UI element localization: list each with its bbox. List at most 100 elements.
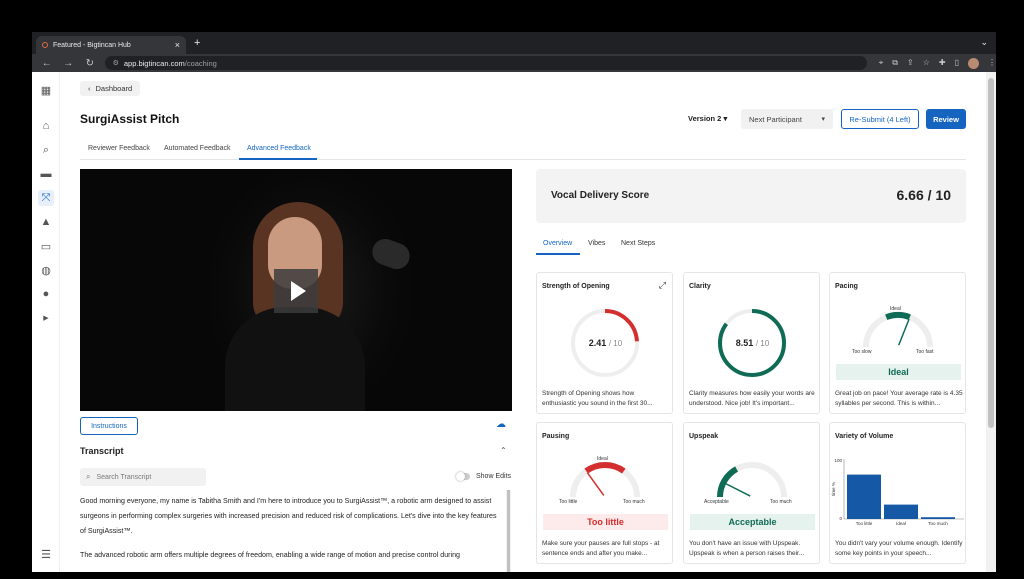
- gauge-value: 2.41 / 10: [537, 338, 674, 348]
- card-title: Strength of Opening: [542, 283, 610, 290]
- url-path: /coaching: [184, 58, 217, 68]
- scrollbar-thumb[interactable]: [988, 78, 994, 428]
- analysis-subtabs: Overview Vibes Next Steps: [536, 236, 966, 256]
- next-participant-select[interactable]: Next Participant ▾: [741, 109, 833, 129]
- tab-automated-feedback[interactable]: Automated Feedback: [164, 145, 231, 152]
- expand-icon[interactable]: ▶: [38, 310, 54, 326]
- status-badge: Acceptable: [690, 514, 815, 530]
- home-icon[interactable]: ⌂: [38, 118, 54, 134]
- tab-overview[interactable]: Overview: [543, 240, 572, 247]
- volume-bar: [847, 474, 881, 519]
- instructions-button[interactable]: Instructions: [80, 417, 138, 435]
- browser-tab[interactable]: Featured - Bigtincan Hub ×: [36, 36, 186, 54]
- card-description: You don't have an issue with Upspeak. Up…: [689, 540, 805, 557]
- card-description: Strength of Opening shows how enthusiast…: [542, 390, 653, 407]
- page-scrollbar[interactable]: [986, 72, 996, 572]
- share-icon[interactable]: ⇪: [907, 58, 914, 69]
- search-icon[interactable]: ⌕: [38, 142, 54, 158]
- gauge-needle: [898, 318, 910, 346]
- address-bar[interactable]: ⚙ app.bigtincan.com/coaching: [104, 56, 867, 70]
- strength-of-opening-card[interactable]: Strength of Opening ⤢ 2.41 / 10 Strength…: [536, 272, 673, 414]
- version-label: Version 2: [688, 114, 722, 123]
- presentation-icon[interactable]: ▭: [38, 238, 54, 254]
- card-description: Make sure your pauses are full stops - a…: [542, 540, 660, 557]
- breadcrumb-label: Dashboard: [95, 84, 133, 93]
- status-badge: Ideal: [836, 364, 961, 380]
- tab-next-steps[interactable]: Next Steps: [621, 240, 655, 247]
- collapse-chevron-icon[interactable]: ⌃: [500, 446, 507, 455]
- status-badge: Too little: [543, 514, 668, 530]
- transcript-heading: Transcript: [80, 446, 124, 456]
- folder-icon[interactable]: ▬: [38, 166, 54, 182]
- browser-actions: ⌖ ⧉ ⇪ ☆ ✚ ▯ ⋮: [879, 57, 996, 69]
- search-transcript-input[interactable]: ⌕ Search Transcript: [80, 468, 206, 486]
- menu-dots-icon[interactable]: ⋮: [988, 58, 996, 69]
- next-participant-label: Next Participant: [749, 114, 802, 124]
- tab-vibes[interactable]: Vibes: [588, 240, 605, 247]
- score-label: Vocal Delivery Score: [551, 190, 650, 201]
- tab-advanced-feedback[interactable]: Advanced Feedback: [247, 145, 311, 152]
- review-button[interactable]: Review: [926, 109, 966, 129]
- globe-icon[interactable]: ◍: [38, 262, 54, 278]
- gauge-low-label: Too slow: [852, 349, 872, 355]
- main-content: ‹ Dashboard SurgiAssist Pitch Version 2 …: [80, 72, 966, 572]
- cloud-icon[interactable]: ☁: [496, 419, 506, 430]
- resubmit-button[interactable]: Re-Submit (4 Left): [841, 109, 919, 129]
- card-title: Clarity: [689, 283, 711, 290]
- vocal-delivery-score-panel: Vocal Delivery Score 6.66 / 10: [536, 169, 966, 223]
- sliders-icon[interactable]: ☰: [38, 546, 54, 562]
- score-number: 2.41: [588, 338, 607, 348]
- transcript-paragraph: Good morning everyone, my name is Tabith…: [80, 497, 497, 535]
- score-denominator: / 10: [608, 339, 623, 348]
- tab-reviewer-feedback[interactable]: Reviewer Feedback: [88, 145, 150, 152]
- score-denominator: / 10: [755, 339, 770, 348]
- breadcrumb[interactable]: ‹ Dashboard: [80, 81, 141, 96]
- site-info-icon[interactable]: ⚙: [113, 59, 119, 67]
- gauge-value: 8.51 / 10: [684, 338, 821, 348]
- coaching-icon[interactable]: ⤧: [38, 190, 54, 206]
- forward-icon[interactable]: →: [62, 58, 76, 69]
- close-tab-icon[interactable]: ×: [175, 40, 180, 50]
- volume-bar: [884, 504, 918, 519]
- y-tick-label: 0: [839, 516, 842, 521]
- version-select[interactable]: Version 2 ▾: [688, 114, 727, 123]
- graduation-icon[interactable]: ▲: [38, 214, 54, 230]
- feedback-tabs: Reviewer Feedback Automated Feedback Adv…: [80, 138, 966, 160]
- new-tab-button[interactable]: +: [194, 37, 200, 49]
- gauge-high-label: Too much: [623, 499, 645, 505]
- variety-of-volume-card[interactable]: Variety of Volume 100 0 time % Too little Id…: [829, 422, 966, 564]
- pausing-gauge: [570, 462, 640, 498]
- show-edits-toggle[interactable]: [456, 472, 470, 481]
- back-icon[interactable]: ←: [40, 58, 54, 69]
- search-placeholder: Search Transcript: [96, 473, 152, 481]
- video-player[interactable]: [80, 169, 512, 411]
- pacing-card[interactable]: Pacing Ideal Too slow Too fast Ideal Gre…: [829, 272, 966, 414]
- bookmark-star-icon[interactable]: ☆: [923, 58, 930, 69]
- clarity-card[interactable]: Clarity 8.51 / 10 Clarity measures how e…: [683, 272, 820, 414]
- presenter-body: [225, 307, 365, 411]
- open-in-icon[interactable]: ⧉: [892, 58, 898, 69]
- reload-icon[interactable]: ↻: [83, 58, 97, 69]
- extensions-icon[interactable]: ✚: [939, 58, 946, 69]
- expand-icon[interactable]: ⤢: [659, 280, 666, 291]
- gauge-zone: [885, 312, 911, 321]
- gauge-needle: [586, 472, 605, 496]
- x-tick-label: Too little: [856, 521, 873, 526]
- pausing-card[interactable]: Pausing Ideal Too little Too much Too li…: [536, 422, 673, 564]
- play-button[interactable]: [274, 269, 318, 313]
- gauge-low-label: Acceptable: [704, 499, 729, 505]
- gauge-high-label: Too fast: [916, 349, 934, 355]
- apps-icon[interactable]: ▦: [38, 82, 54, 98]
- location-icon[interactable]: ⌖: [879, 58, 884, 69]
- gauge-zone: [584, 462, 626, 474]
- upspeak-card[interactable]: Upspeak Acceptable Too much Acceptable Y…: [683, 422, 820, 564]
- gauge-track: [570, 462, 640, 498]
- profile-avatar[interactable]: [967, 57, 979, 69]
- sidebar-icon[interactable]: ▯: [955, 58, 959, 69]
- tab-search-icon[interactable]: ⌄: [980, 37, 988, 48]
- user-icon[interactable]: ●: [38, 286, 54, 302]
- transcript-scrollbar[interactable]: [506, 490, 511, 572]
- card-title: Upspeak: [689, 433, 719, 440]
- page-title: SurgiAssist Pitch: [80, 112, 180, 126]
- url-host: app.bigtincan.com: [123, 58, 185, 68]
